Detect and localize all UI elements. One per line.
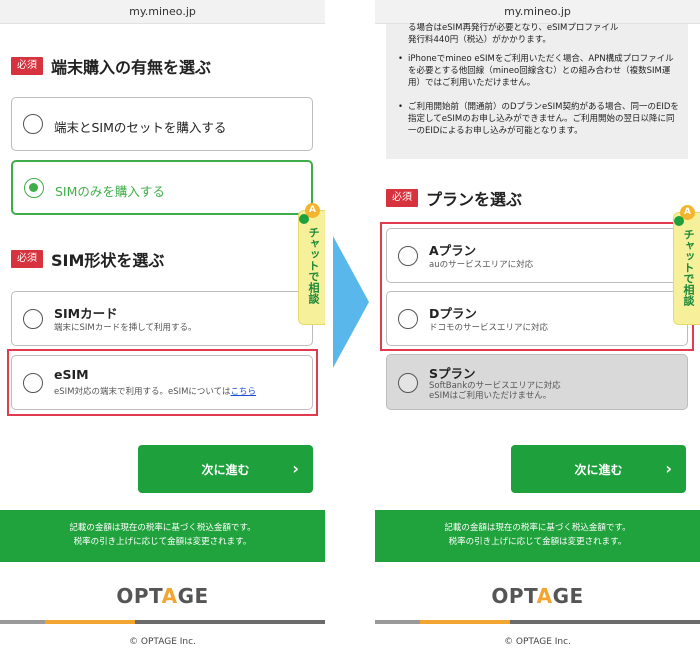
- tax-notice-footer: 記載の金額は現在の税率に基づく税込金額です。 税率の引き上げに応じて金額は変更さ…: [375, 510, 700, 562]
- chat-consult-tab[interactable]: A チャットで相談: [673, 205, 700, 325]
- required-badge: 必須: [11, 250, 43, 268]
- radio-button-selected[interactable]: [24, 178, 44, 198]
- radio-button-disabled: [398, 373, 418, 393]
- copyright: © OPTAGE Inc.: [129, 637, 196, 647]
- note-continued: る場合はeSIM再発行が必要となり、eSIMプロファイル 発行料440円（税込）…: [408, 23, 619, 45]
- highlight-frame: [7, 349, 318, 416]
- radio-button[interactable]: [23, 114, 43, 134]
- option-sim-only[interactable]: SIMのみを購入する: [11, 160, 313, 215]
- bullet: •: [398, 102, 404, 112]
- tax-notice-line: 税率の引き上げに応じて金額は変更されます。: [73, 537, 252, 547]
- next-button-label: 次に進む: [574, 462, 623, 477]
- chat-consult-label: チャットで相談: [307, 227, 320, 304]
- note-item: • iPhoneでmineo eSIMをご利用いただく場合、APN構成プロファイ…: [398, 54, 674, 88]
- required-badge: 必須: [386, 189, 418, 207]
- brand-bar: [510, 620, 700, 624]
- chat-bubble-icon: [299, 214, 309, 224]
- tax-notice-footer: 記載の金額は現在の税率に基づく税込金額です。 税率の引き上げに応じて金額は変更さ…: [0, 510, 325, 562]
- url-bar[interactable]: my.mineo.jp: [375, 0, 700, 24]
- copyright: © OPTAGE Inc.: [504, 637, 571, 647]
- chat-bubble-icon: [674, 216, 684, 226]
- right-screen: my.mineo.jp る場合はeSIM再発行が必要となり、eSIMプロファイル…: [375, 0, 700, 650]
- note-item: • ご利用開始前（開通前）のDプランeSIM契約がある場合、同一のEIDを指定し…: [398, 102, 679, 136]
- brand-bar: [375, 620, 420, 624]
- tax-notice-line: 記載の金額は現在の税率に基づく税込金額です。: [444, 523, 631, 533]
- option-description: 端末にSIMカードを挿して利用する。: [54, 323, 197, 333]
- section-sim-type: 必須 SIM形状を選ぶ: [11, 248, 164, 270]
- option-title: SIMカード: [54, 306, 118, 321]
- chat-consult-label: チャットで相談: [682, 229, 695, 306]
- required-badge: 必須: [11, 57, 43, 75]
- option-plan-s-disabled: Sプラン SoftBankのサービスエリアに対応 eSIMはご利用いただけません…: [386, 354, 688, 410]
- next-button[interactable]: 次に進む ›: [511, 445, 686, 493]
- chevron-right-icon: ›: [292, 459, 299, 478]
- option-label: 端末とSIMのセットを購入する: [54, 120, 227, 135]
- left-screen: my.mineo.jp 必須 端末購入の有無を選ぶ 端末とSIMのセットを購入す…: [0, 0, 325, 650]
- tax-notice-line: 税率の引き上げに応じて金額は変更されます。: [448, 537, 627, 547]
- option-sim-card[interactable]: SIMカード 端末にSIMカードを挿して利用する。: [11, 291, 313, 346]
- comparison-stage: my.mineo.jp 必須 端末購入の有無を選ぶ 端末とSIMのセットを購入す…: [0, 0, 700, 650]
- radio-button[interactable]: [23, 309, 43, 329]
- brand-bar: [0, 620, 45, 624]
- option-label: SIMのみを購入する: [55, 184, 165, 199]
- option-device-and-sim[interactable]: 端末とSIMのセットを購入する: [11, 97, 313, 151]
- brand-bar: [135, 620, 325, 624]
- section-title: SIM形状を選ぶ: [51, 251, 165, 270]
- url-bar[interactable]: my.mineo.jp: [0, 0, 325, 24]
- chat-consult-tab[interactable]: A チャットで相談: [298, 203, 325, 325]
- section-plan: 必須 プランを選ぶ: [386, 187, 522, 209]
- chevron-right-icon: ›: [665, 459, 672, 478]
- brand-bar: [420, 620, 510, 624]
- next-button[interactable]: 次に進む ›: [138, 445, 313, 493]
- section-title: プランを選ぶ: [426, 190, 523, 209]
- esim-notes: る場合はeSIM再発行が必要となり、eSIMプロファイル 発行料440円（税込）…: [386, 23, 688, 159]
- bullet: •: [398, 54, 404, 64]
- transition-arrow-icon: [333, 236, 369, 368]
- optage-logo: OPTAGE: [491, 584, 584, 608]
- tax-notice-line: 記載の金額は現在の税率に基づく税込金額です。: [69, 523, 256, 533]
- next-button-label: 次に進む: [201, 462, 250, 477]
- section-device-purchase: 必須 端末購入の有無を選ぶ: [11, 55, 211, 77]
- highlight-frame: [380, 222, 694, 351]
- optage-logo: OPTAGE: [116, 584, 209, 608]
- option-description: eSIMはご利用いただけません。: [429, 391, 552, 401]
- section-title: 端末購入の有無を選ぶ: [51, 58, 212, 77]
- option-title: Sプラン: [429, 366, 476, 381]
- brand-bar: [45, 620, 135, 624]
